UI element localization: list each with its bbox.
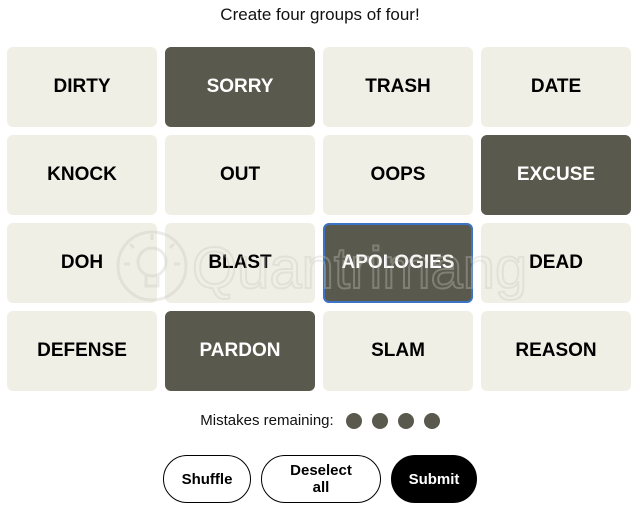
word-tile[interactable]: DEFENSE — [7, 311, 157, 391]
word-tile[interactable]: SORRY — [165, 47, 315, 127]
word-tile[interactable]: REASON — [481, 311, 631, 391]
word-tile[interactable]: EXCUSE — [481, 135, 631, 215]
word-tile[interactable]: OUT — [165, 135, 315, 215]
game-instruction: Create four groups of four! — [220, 5, 420, 24]
word-tile[interactable]: DIRTY — [7, 47, 157, 127]
shuffle-button[interactable]: Shuffle — [163, 455, 251, 503]
mistake-dot — [397, 412, 414, 429]
word-tile[interactable]: SLAM — [323, 311, 473, 391]
word-tile[interactable]: DEAD — [481, 223, 631, 303]
mistakes-indicator: Mistakes remaining: — [0, 412, 640, 429]
word-tile[interactable]: BLAST — [165, 223, 315, 303]
submit-button[interactable]: Submit — [391, 455, 477, 503]
mistakes-label: Mistakes remaining: — [200, 412, 334, 429]
word-tile[interactable]: KNOCK — [7, 135, 157, 215]
mistake-dot — [345, 412, 362, 429]
word-grid: DIRTY SORRY TRASH DATE KNOCK OUT OOPS EX… — [7, 47, 633, 391]
word-tile[interactable]: OOPS — [323, 135, 473, 215]
mistakes-dots — [345, 412, 440, 429]
word-tile[interactable]: DOH — [7, 223, 157, 303]
word-tile[interactable]: TRASH — [323, 47, 473, 127]
mistake-dot — [423, 412, 440, 429]
game-controls: Shuffle Deselect all Submit — [0, 455, 640, 503]
word-tile[interactable]: PARDON — [165, 311, 315, 391]
word-tile[interactable]: DATE — [481, 47, 631, 127]
word-tile[interactable]: APOLOGIES — [323, 223, 473, 303]
deselect-all-button[interactable]: Deselect all — [261, 455, 381, 503]
mistake-dot — [371, 412, 388, 429]
